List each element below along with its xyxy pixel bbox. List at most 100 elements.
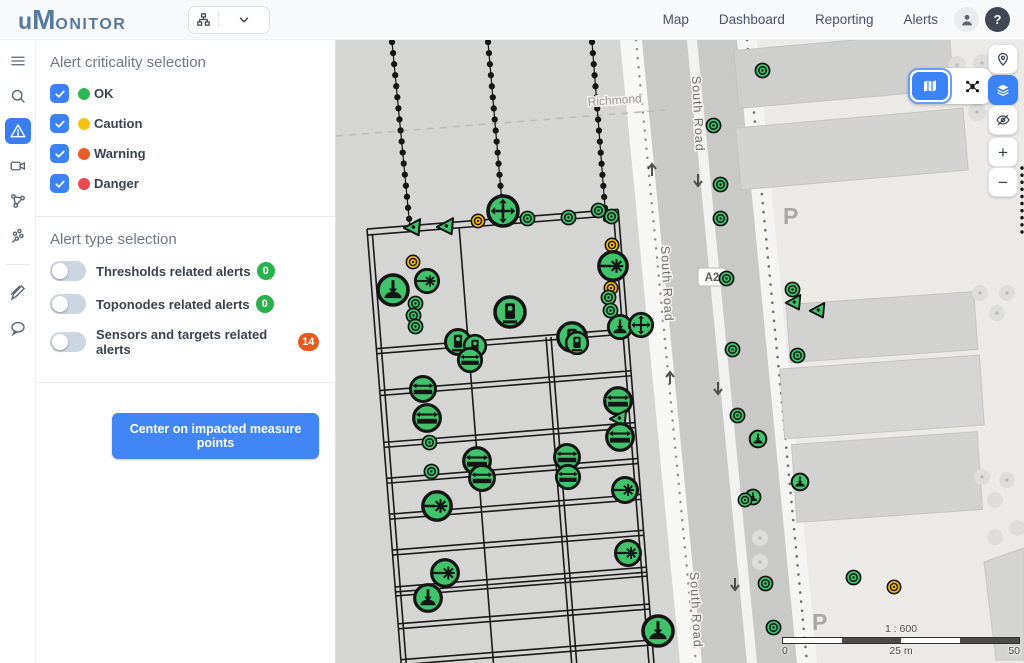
- marker-ext[interactable]: [411, 402, 443, 434]
- marker-ts[interactable]: [492, 294, 528, 330]
- map-view-button[interactable]: [908, 68, 952, 104]
- minus-icon: −: [998, 174, 1008, 191]
- marker-laser[interactable]: [420, 489, 454, 523]
- alert-type-row: Sensors and targets related alerts14: [50, 327, 319, 357]
- marker-ring-caution[interactable]: [886, 579, 902, 595]
- check-icon: [54, 118, 66, 130]
- marker-ring[interactable]: [789, 347, 806, 364]
- rail-tools-button[interactable]: [5, 280, 31, 306]
- toggle-switch[interactable]: [50, 261, 86, 281]
- rail-search-button[interactable]: [5, 83, 31, 109]
- marker-ring[interactable]: [845, 569, 862, 586]
- marker-ring[interactable]: [519, 210, 536, 227]
- menu-icon: [9, 52, 27, 70]
- marker-laser[interactable]: [413, 267, 441, 295]
- criticality-dot: [78, 178, 90, 190]
- alert-type-title: Alert type selection: [50, 231, 319, 248]
- checkbox-warning[interactable]: [50, 144, 69, 163]
- marker-laser[interactable]: [610, 475, 640, 505]
- toggle-switch[interactable]: [50, 294, 86, 314]
- marker-ext[interactable]: [408, 374, 438, 404]
- map-scale: 1 : 600 0 25 m 50: [782, 623, 1020, 657]
- marker-triangle[interactable]: [783, 292, 803, 312]
- nav-map[interactable]: Map: [663, 12, 689, 27]
- user-menu-button[interactable]: [954, 7, 979, 32]
- alert-type-label: Toponodes related alerts: [96, 297, 250, 312]
- zoom-in-button[interactable]: +: [988, 137, 1018, 167]
- zoom-out-button[interactable]: −: [988, 167, 1018, 197]
- criticality-label: Caution: [94, 116, 142, 131]
- check-icon: [54, 88, 66, 100]
- scale-right: 50: [1008, 645, 1020, 657]
- marker-ext[interactable]: [467, 463, 497, 493]
- hierarchy-select[interactable]: [188, 6, 270, 34]
- marker-ring[interactable]: [407, 318, 424, 335]
- marker-ring[interactable]: [603, 208, 620, 225]
- checkbox-ok[interactable]: [50, 84, 69, 103]
- marker-triangle[interactable]: [401, 216, 423, 238]
- toggle-switch[interactable]: [50, 332, 86, 352]
- rail-camera-button[interactable]: [5, 153, 31, 179]
- marker-ring[interactable]: [423, 463, 440, 480]
- scale-ratio: 1 : 600: [782, 623, 1020, 635]
- marker-ring[interactable]: [765, 619, 782, 636]
- hide-markers-button[interactable]: [988, 105, 1018, 135]
- marker-ext[interactable]: [604, 421, 636, 453]
- marker-ring[interactable]: [712, 210, 729, 227]
- marker-settle[interactable]: [748, 429, 768, 449]
- marker-ring[interactable]: [724, 341, 741, 358]
- marker-ext[interactable]: [456, 346, 484, 374]
- marker-ring[interactable]: [729, 407, 746, 424]
- help-icon: ?: [994, 12, 1002, 27]
- marker-ring[interactable]: [718, 270, 735, 287]
- marker-ring[interactable]: [421, 434, 438, 451]
- rail-sensors-button[interactable]: [5, 223, 31, 249]
- marker-laser[interactable]: [596, 249, 630, 283]
- top-nav: Map Dashboard Reporting Alerts: [663, 12, 938, 27]
- criticality-row-caution: Caution: [50, 114, 319, 133]
- marker-ext[interactable]: [554, 463, 582, 491]
- alert-type-row: Toponodes related alerts0: [50, 294, 319, 314]
- marker-ring[interactable]: [560, 209, 577, 226]
- marker-ring[interactable]: [754, 62, 771, 79]
- rail-comments-button[interactable]: [5, 315, 31, 341]
- scale-mid: 25 m: [889, 645, 912, 657]
- layers-button[interactable]: [988, 75, 1018, 105]
- marker-ring[interactable]: [712, 176, 729, 193]
- app-shell: Alert criticality selection OKCautionWar…: [0, 40, 1024, 663]
- center-on-impacted-button[interactable]: Center on impacted measure points: [112, 413, 319, 459]
- map-canvas[interactable]: Richmond South Road South Road South Roa…: [336, 40, 1024, 663]
- scale-bar: [782, 637, 1020, 644]
- rail-alerts-button[interactable]: [5, 118, 31, 144]
- marker-ring[interactable]: [757, 575, 774, 592]
- marker-ring[interactable]: [737, 492, 753, 508]
- marker-settle[interactable]: [412, 582, 444, 614]
- marker-laser[interactable]: [613, 538, 643, 568]
- chevron-down-icon: [219, 13, 269, 27]
- drone-view-button[interactable]: [952, 70, 992, 102]
- marker-move[interactable]: [485, 193, 521, 229]
- marker-triangle[interactable]: [807, 300, 827, 320]
- rail-network-button[interactable]: [5, 188, 31, 214]
- rail-menu-button[interactable]: [5, 48, 31, 74]
- nav-alerts[interactable]: Alerts: [903, 12, 938, 27]
- app-logo[interactable]: uMONITOR: [18, 4, 126, 36]
- criticality-dot: [78, 148, 90, 160]
- marker-settle[interactable]: [790, 472, 810, 492]
- nav-dashboard[interactable]: Dashboard: [719, 12, 785, 27]
- criticality-dot: [78, 118, 90, 130]
- locate-button[interactable]: [988, 44, 1018, 74]
- scale-left: 0: [782, 645, 788, 657]
- marker-ring[interactable]: [705, 117, 722, 134]
- checkbox-danger[interactable]: [50, 174, 69, 193]
- layers-icon: [995, 82, 1011, 98]
- marker-settle[interactable]: [640, 613, 676, 649]
- marker-ts[interactable]: [564, 330, 590, 356]
- checkbox-caution[interactable]: [50, 114, 69, 133]
- criticality-dot: [78, 88, 90, 100]
- help-button[interactable]: ?: [985, 7, 1010, 32]
- nav-reporting[interactable]: Reporting: [815, 12, 874, 27]
- marker-triangle[interactable]: [434, 215, 456, 237]
- marker-move[interactable]: [627, 311, 655, 339]
- marker-ring-caution[interactable]: [470, 213, 486, 229]
